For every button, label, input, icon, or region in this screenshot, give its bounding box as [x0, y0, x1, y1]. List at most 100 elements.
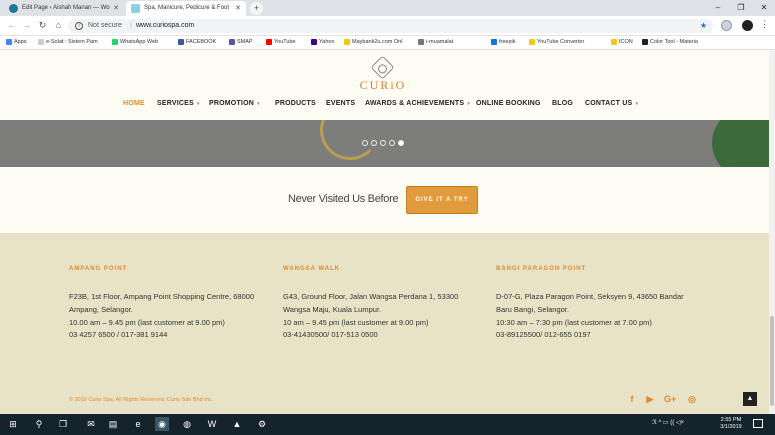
bookmark-label: WhatsApp Web [120, 39, 159, 45]
bookmark-item[interactable]: Apps [6, 36, 27, 49]
task-view-icon[interactable]: ❐ [56, 417, 70, 431]
youtube-icon[interactable]: ▶ [644, 393, 656, 405]
bookmark-item[interactable]: e-Solat : Sistem Pam [38, 36, 98, 49]
scrollbar-thumb[interactable] [770, 316, 774, 406]
notification-icon[interactable] [753, 419, 763, 428]
nav-label: HOME [123, 100, 145, 107]
bookmark-item[interactable]: YouTube [266, 36, 296, 49]
google-plus-icon[interactable]: G+ [664, 393, 676, 405]
slider-dot[interactable] [389, 140, 395, 146]
location-title: BANGI PARAGON POINT [496, 266, 587, 272]
info-icon[interactable]: i [75, 22, 83, 30]
instagram-icon[interactable]: ◎ [686, 393, 698, 405]
tab-edit-page[interactable]: Edit Page ‹ Aishah Manan — Wo ✕ [4, 1, 124, 16]
location-line: Wangsa Maju, Kuala Lumpur. [283, 305, 382, 314]
maximize-button[interactable]: ❐ [730, 0, 752, 16]
nav-item-products[interactable]: PRODUCTS [275, 100, 316, 112]
curio-logo-icon[interactable] [370, 55, 395, 80]
nav-item-promotion[interactable]: PROMOTION ▾ [209, 100, 260, 112]
bookmark-item[interactable]: Color Tool - Materia [642, 36, 698, 49]
nav-item-blog[interactable]: BLOG [552, 100, 573, 112]
back-to-top-button[interactable]: ▲ [743, 392, 757, 406]
taskbar-app-icon[interactable]: e [131, 417, 145, 431]
nav-item-online-booking[interactable]: ONLINE BOOKING [476, 100, 541, 112]
bookmark-item[interactable]: ICON [611, 36, 633, 49]
give-it-a-try-button[interactable]: GIVE IT A TRY [406, 186, 478, 214]
home-button[interactable]: ⌂ [52, 19, 65, 32]
bookmark-icon [266, 39, 272, 45]
taskbar-app-icon[interactable]: W [205, 417, 219, 431]
bookmark-item[interactable]: YouTube Converter [529, 36, 584, 49]
cta-text: Never Visited Us Before [288, 193, 399, 205]
bookmark-icon [344, 39, 350, 45]
profile-avatar[interactable] [742, 20, 753, 31]
clock[interactable]: 2:55 PM 3/1/2019 [716, 417, 746, 431]
tab-curio-spa[interactable]: Spa, Manicure, Pedicure & Foot ✕ [126, 1, 246, 16]
nav-item-services[interactable]: SERVICES ▾ [157, 100, 200, 112]
bookmark-icon [311, 39, 317, 45]
taskbar-app-icon[interactable]: ◍ [180, 417, 194, 431]
search-icon[interactable]: ⚲ [32, 417, 46, 431]
taskbar-app-icon[interactable]: ◉ [155, 417, 169, 431]
nav-label: PRODUCTS [275, 100, 316, 107]
taskbar-app-icon[interactable]: ⚙ [255, 417, 269, 431]
location-line: G43, Ground Floor, Jalan Wangsa Perdana … [283, 292, 459, 301]
taskbar-app-icon[interactable]: ▲ [230, 417, 244, 431]
nav-item-contact-us[interactable]: CONTACT US ▾ [585, 100, 638, 112]
separator: | [130, 22, 132, 29]
slider-dot[interactable] [371, 140, 377, 146]
bookmark-item[interactable]: WhatsApp Web [112, 36, 158, 49]
nav-label: SERVICES [157, 100, 194, 107]
bookmark-item[interactable]: FACEBOOK [178, 36, 216, 49]
bookmark-item[interactable]: Maybank2u.com Onl [344, 36, 402, 49]
bookmark-label: ICON [619, 39, 633, 45]
bookmark-item[interactable]: freepik [491, 36, 516, 49]
site-logo[interactable]: CURiO [348, 78, 418, 93]
facebook-icon[interactable]: f [626, 393, 638, 405]
start-icon[interactable]: ⊞ [6, 417, 20, 431]
tab-title: Edit Page ‹ Aishah Manan — Wo [22, 5, 110, 11]
nav-item-events[interactable]: EVENTS [326, 100, 355, 112]
back-button[interactable]: ← [5, 19, 18, 32]
slider-dot[interactable] [398, 140, 404, 146]
window-close-button[interactable]: ✕ [753, 0, 775, 16]
bookmark-label: i-muamalat [426, 39, 454, 45]
browser-menu-icon[interactable]: ⋮ [760, 19, 769, 30]
nav-label: ONLINE BOOKING [476, 100, 541, 107]
reload-button[interactable]: ↻ [36, 19, 49, 32]
close-icon[interactable]: ✕ [235, 1, 241, 16]
new-tab-button[interactable]: + [250, 2, 263, 15]
bookmark-label: freepik [499, 39, 516, 45]
minimize-button[interactable]: – [707, 0, 729, 16]
bookmark-label: YouTube [274, 39, 296, 45]
page-scrollbar[interactable] [769, 50, 775, 414]
taskbar-app-icon[interactable]: ▤ [106, 417, 120, 431]
nav-label: AWARDS & ACHIEVEMENTS [365, 100, 465, 107]
bookmark-item[interactable]: Yahoo [311, 36, 335, 49]
nav-label: PROMOTION [209, 100, 254, 107]
url-input[interactable]: i Not secure | www.curiospa.com ★ [68, 19, 713, 33]
location-line: 10:30 am – 7:30 pm (last customer at 7.0… [496, 318, 652, 327]
bookmark-label: Yahoo [319, 39, 335, 45]
nav-item-home[interactable]: HOME [123, 100, 145, 112]
slider-dot[interactable] [380, 140, 386, 146]
bookmark-label: Color Tool - Materia [650, 39, 698, 45]
forward-button[interactable]: → [20, 19, 33, 32]
chevron-down-icon: ▾ [467, 101, 470, 107]
bookmark-star-icon[interactable]: ★ [700, 19, 707, 33]
taskbar-app-icon[interactable]: ✉ [84, 417, 98, 431]
bookmark-item[interactable]: i-muamalat [418, 36, 453, 49]
location-line: F23B, 1st Floor, Ampang Point Shopping C… [69, 292, 255, 301]
wordpress-icon [9, 4, 18, 13]
bookmark-label: SMAP [237, 39, 253, 45]
slider-dot[interactable] [362, 140, 368, 146]
system-tray[interactable]: ℛ ^ ▭ (( ◁× [652, 419, 684, 426]
close-icon[interactable]: ✕ [113, 1, 119, 16]
location-line: 03 4257 6500 / 017-381 9144 [69, 330, 168, 339]
nav-item-awards-achievements[interactable]: AWARDS & ACHIEVEMENTS ▾ [365, 100, 470, 112]
bookmarks-bar: Apps e-Solat : Sistem Pam WhatsApp Web FACE… [0, 36, 775, 50]
bookmark-item[interactable]: SMAP [229, 36, 253, 49]
location-line: 03-89125500/ 012-655 0197 [496, 330, 591, 339]
extension-icon[interactable] [721, 20, 732, 31]
chevron-down-icon: ▾ [196, 101, 200, 107]
